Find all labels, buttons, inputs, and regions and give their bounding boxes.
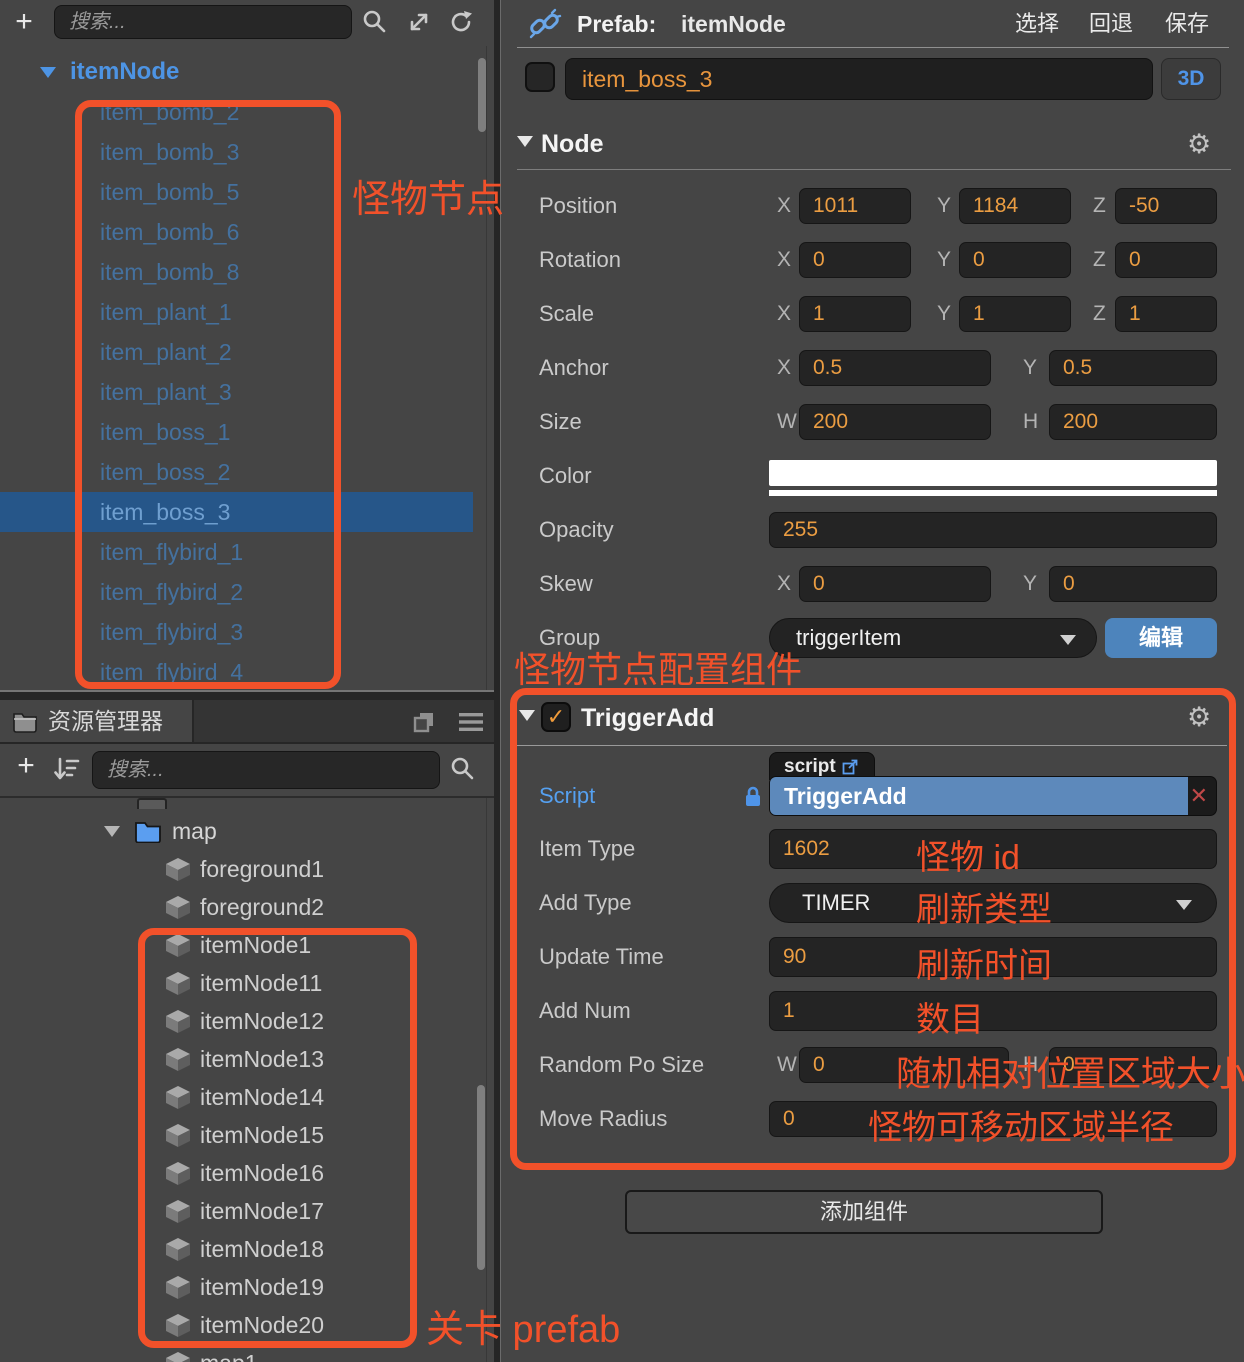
editor-window: + itemNode item_bomb_2 item_bomb_3 item_… — [0, 0, 1244, 1362]
row-scale: Scale X 1 Y 1 Z 1 — [501, 296, 1244, 336]
refresh-icon[interactable] — [448, 9, 474, 35]
prefab-cube-icon — [166, 896, 190, 919]
skew-y-input[interactable]: 0 — [1049, 566, 1217, 602]
row-skew: Skew X 0 Y 0 — [501, 566, 1244, 606]
annotation-refresh-type: 刷新类型 — [916, 891, 1052, 929]
node-active-checkbox[interactable] — [525, 62, 555, 92]
position-z-input[interactable]: -50 — [1115, 188, 1217, 224]
tree-item-label: itemNode — [70, 58, 180, 85]
prefab-select-button[interactable]: 选择 — [1015, 0, 1059, 48]
add-node-button[interactable]: + — [8, 4, 40, 40]
annotation-box-level-prefabs — [138, 928, 417, 1348]
node-name-input[interactable]: item_boss_3 — [565, 58, 1153, 100]
annotation-level-prefab: 关卡 prefab — [426, 1309, 621, 1351]
search-icon[interactable] — [450, 756, 476, 782]
scrollbar-thumb[interactable] — [477, 1085, 485, 1270]
collapse-arrow-icon[interactable] — [517, 136, 533, 147]
row-color: Color — [501, 458, 1244, 498]
annotation-box-trigger-add — [510, 688, 1236, 1170]
tab-assets[interactable]: 资源管理器 — [0, 700, 194, 742]
position-x-input[interactable]: 1011 — [799, 188, 911, 224]
prefab-save-button[interactable]: 保存 — [1165, 0, 1209, 48]
asset-folder-row[interactable]: map — [0, 812, 494, 850]
add-component-button[interactable]: 添加组件 — [625, 1190, 1103, 1234]
float-window-icon[interactable] — [412, 710, 436, 734]
expand-icon[interactable] — [406, 9, 432, 35]
tree-item-root[interactable]: itemNode — [0, 52, 494, 92]
color-alpha-bar[interactable] — [769, 490, 1217, 496]
scrollbar-track — [486, 798, 487, 1362]
node-section-title: Node — [541, 130, 604, 158]
header-divider — [517, 47, 1229, 48]
group-edit-button[interactable]: 编辑 — [1105, 618, 1217, 658]
clipped-asset-icon — [137, 798, 167, 809]
prefab-broken-link-icon — [529, 8, 562, 39]
prefab-cube-icon — [166, 858, 190, 881]
scale-x-input[interactable]: 1 — [799, 296, 911, 332]
toolbar-divider — [0, 796, 494, 798]
rotation-z-input[interactable]: 0 — [1115, 242, 1217, 278]
prefab-label: Prefab: — [577, 11, 657, 37]
prefab-name: itemNode — [681, 11, 786, 37]
size-h-input[interactable]: 200 — [1049, 404, 1217, 440]
folder-icon — [135, 822, 161, 843]
gear-icon[interactable]: ⚙ — [1187, 130, 1211, 160]
annotation-monster-nodes: 怪物节点 — [352, 179, 505, 221]
scrollbar-thumb[interactable] — [478, 58, 486, 132]
annotation-move-radius: 怪物可移动区域半径 — [868, 1109, 1174, 1147]
row-opacity: Opacity 255 — [501, 512, 1244, 552]
rotation-y-input[interactable]: 0 — [959, 242, 1071, 278]
menu-icon[interactable] — [458, 712, 484, 732]
add-asset-button[interactable]: + — [10, 748, 42, 784]
asset-row[interactable]: foreground2 — [0, 888, 494, 926]
expand-arrow-icon[interactable] — [40, 67, 56, 78]
3d-mode-button[interactable]: 3D — [1161, 58, 1221, 100]
annotation-monster-config: 怪物节点配置组件 — [514, 649, 803, 690]
size-w-input[interactable]: 200 — [799, 404, 991, 440]
search-icon[interactable] — [362, 9, 388, 35]
section-divider — [517, 169, 1231, 170]
sort-icon[interactable] — [52, 756, 80, 782]
prefab-revert-button[interactable]: 回退 — [1089, 0, 1133, 48]
anchor-y-input[interactable]: 0.5 — [1049, 350, 1217, 386]
asset-row[interactable]: foreground1 — [0, 850, 494, 888]
annotation-monster-id: 怪物 id — [916, 839, 1020, 877]
hierarchy-search-input[interactable] — [54, 5, 352, 39]
anchor-x-input[interactable]: 0.5 — [799, 350, 991, 386]
position-y-input[interactable]: 1184 — [959, 188, 1071, 224]
annotation-random-area: 随机相对位置区域大小 — [896, 1055, 1244, 1094]
chevron-down-icon — [1060, 635, 1076, 645]
annotation-refresh-time: 刷新时间 — [916, 947, 1052, 985]
color-swatch[interactable] — [769, 460, 1217, 486]
tab-assets-label: 资源管理器 — [48, 708, 163, 734]
scrollbar-track — [486, 46, 487, 690]
prefab-cube-icon — [166, 1352, 190, 1362]
group-dropdown[interactable]: triggerItem — [769, 618, 1097, 658]
row-rotation: Rotation X 0 Y 0 Z 0 — [501, 242, 1244, 282]
row-position: Position X 1011 Y 1184 Z -50 — [501, 188, 1244, 228]
folder-icon — [13, 713, 37, 733]
asset-folder-label: map — [172, 818, 217, 844]
annotation-count: 数目 — [916, 1001, 984, 1039]
scale-z-input[interactable]: 1 — [1115, 296, 1217, 332]
group-value: triggerItem — [796, 625, 902, 650]
annotation-box-monster-nodes — [75, 100, 341, 689]
assets-search-input[interactable] — [92, 751, 440, 789]
row-size: Size W 200 H 200 — [501, 404, 1244, 444]
scale-y-input[interactable]: 1 — [959, 296, 1071, 332]
row-anchor: Anchor X 0.5 Y 0.5 — [501, 350, 1244, 390]
opacity-input[interactable]: 255 — [769, 512, 1217, 548]
skew-x-input[interactable]: 0 — [799, 566, 991, 602]
rotation-x-input[interactable]: 0 — [799, 242, 911, 278]
expand-arrow-icon[interactable] — [104, 826, 120, 837]
